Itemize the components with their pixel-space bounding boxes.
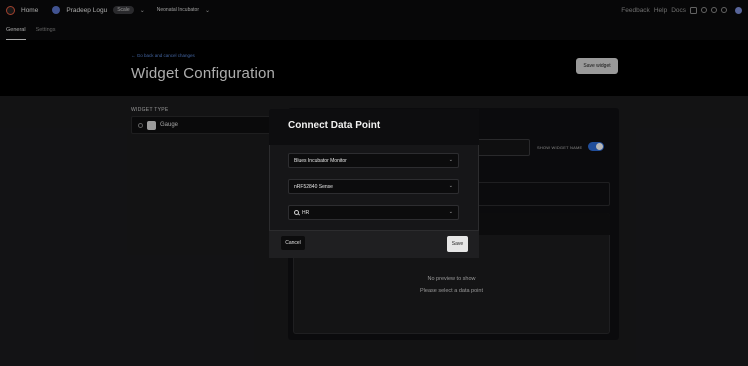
device-select[interactable]: Blues Incubator Monitor ⌄ <box>288 153 459 168</box>
chevron-down-icon: ⌄ <box>448 209 453 215</box>
device-select-value: Blues Incubator Monitor <box>294 157 347 164</box>
sensor-select-value: nRF52840 Sense <box>294 183 333 190</box>
save-button[interactable]: Save <box>447 236 468 252</box>
chevron-down-icon: ⌄ <box>448 157 453 163</box>
cancel-button[interactable]: Cancel <box>281 236 305 250</box>
modal-title: Connect Data Point <box>288 120 381 131</box>
search-value: HR <box>302 209 310 216</box>
chevron-down-icon: ⌄ <box>448 183 453 189</box>
sensor-select[interactable]: nRF52840 Sense ⌄ <box>288 179 459 194</box>
search-icon <box>294 210 299 215</box>
data-point-search[interactable]: HR ⌄ <box>288 205 459 220</box>
